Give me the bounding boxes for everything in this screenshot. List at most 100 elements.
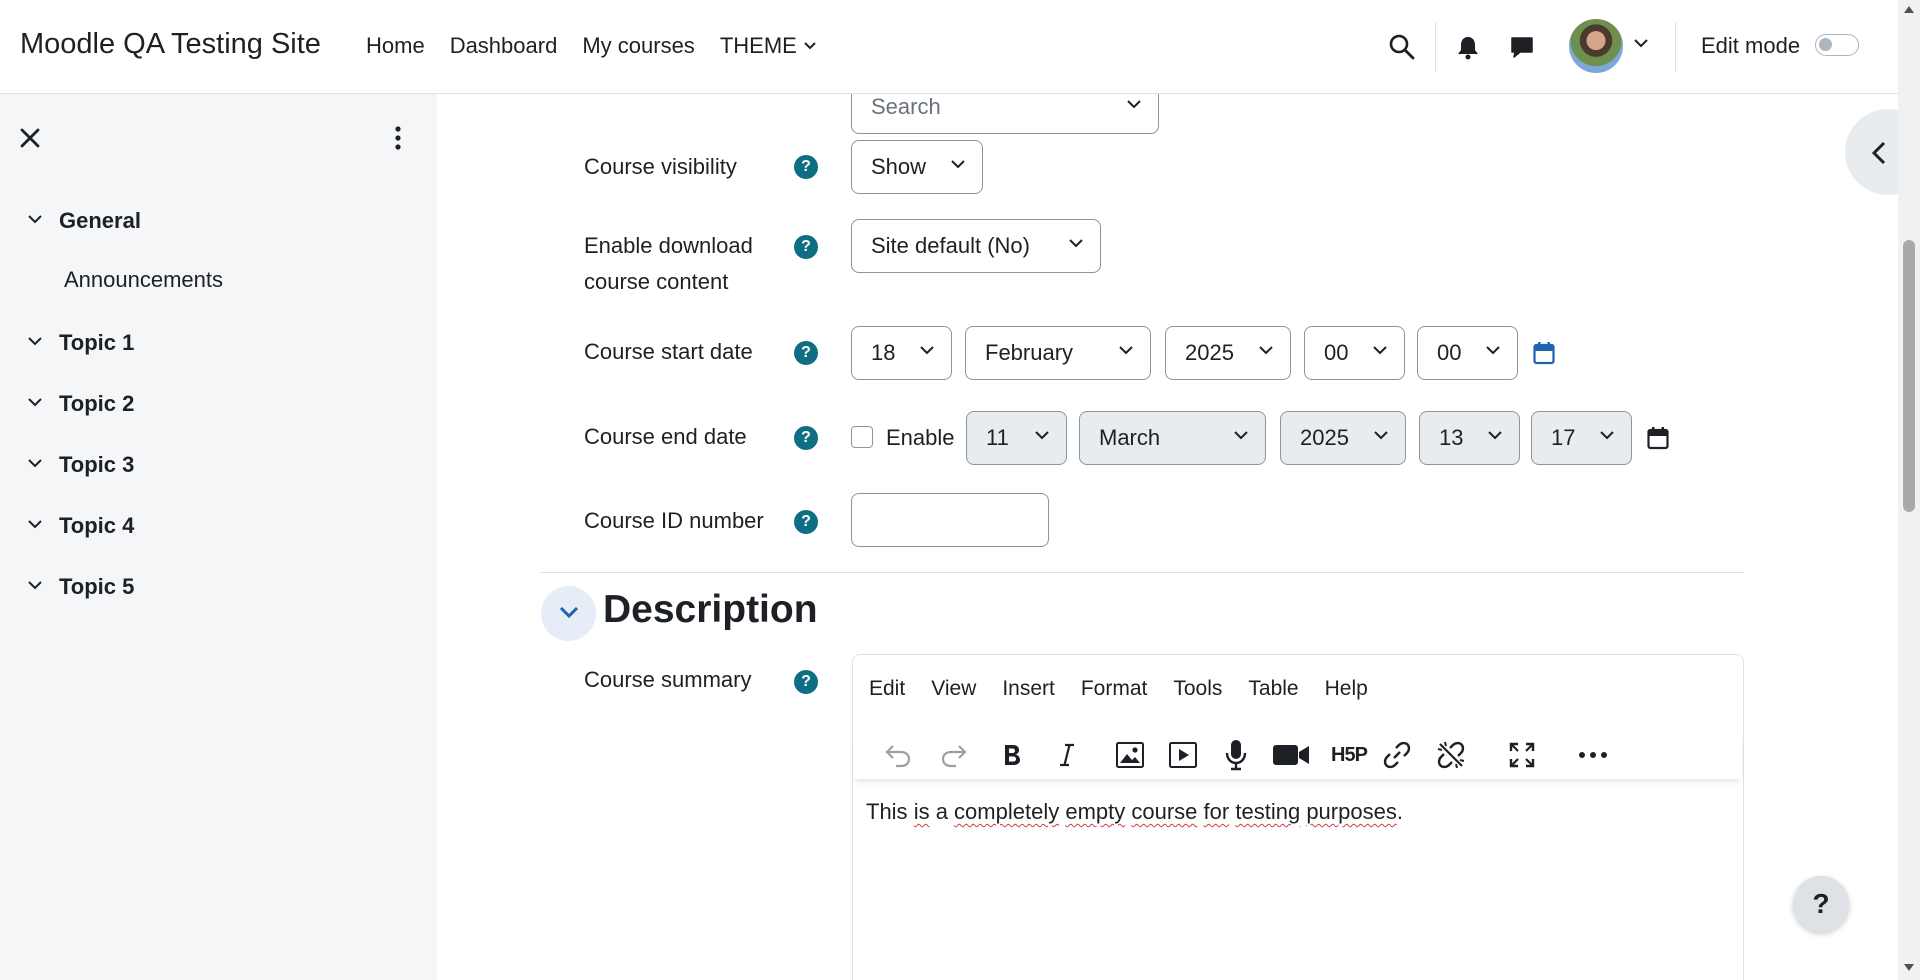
help-icon[interactable]: ? [794, 510, 818, 534]
chevron-down-icon[interactable] [27, 458, 43, 470]
help-icon[interactable]: ? [794, 426, 818, 450]
nav-theme-label: THEME [719, 33, 797, 58]
fullscreen-icon [1509, 742, 1535, 768]
more-options-button[interactable] [1573, 735, 1613, 775]
start-month-select[interactable]: February [965, 326, 1151, 380]
calendar-icon[interactable] [1647, 426, 1669, 450]
more-icon [1579, 752, 1607, 758]
end-day-select[interactable]: 11 [966, 411, 1067, 465]
insert-link-button[interactable] [1377, 735, 1417, 775]
chevron-down-icon [951, 160, 965, 169]
course-index-section-topic-2[interactable]: Topic 2 [0, 387, 437, 448]
select-value: 00 [1437, 340, 1462, 365]
section-title[interactable]: Topic 1 [59, 330, 134, 356]
kebab-menu-icon[interactable] [388, 124, 408, 152]
chevron-down-icon[interactable] [1633, 38, 1649, 50]
nav-my-courses[interactable]: My courses [582, 33, 694, 59]
menu-format[interactable]: Format [1081, 677, 1148, 701]
redo-button[interactable] [934, 735, 974, 775]
editor-content-area[interactable]: This is a completely empty course for te… [866, 799, 1403, 825]
section-title[interactable]: Topic 3 [59, 452, 134, 478]
course-index-section-topic-3[interactable]: Topic 3 [0, 448, 437, 509]
end-hour-select[interactable]: 13 [1419, 411, 1520, 465]
nav-home[interactable]: Home [366, 33, 425, 59]
menu-tools[interactable]: Tools [1173, 677, 1222, 701]
nav-dashboard[interactable]: Dashboard [450, 33, 558, 59]
start-day-select[interactable]: 18 [851, 326, 952, 380]
end-year-select[interactable]: 2025 [1280, 411, 1406, 465]
course-index-item-announcements[interactable]: Announcements [0, 265, 437, 326]
menu-edit[interactable]: Edit [869, 677, 905, 701]
fullscreen-button[interactable] [1502, 735, 1542, 775]
scrollbar-thumb[interactable] [1903, 240, 1915, 512]
end-month-select[interactable]: March [1079, 411, 1266, 465]
course-index-section-topic-5[interactable]: Topic 5 [0, 570, 437, 631]
chevron-down-icon[interactable] [27, 336, 43, 348]
start-minute-select[interactable]: 00 [1417, 326, 1518, 380]
user-avatar[interactable] [1569, 19, 1623, 73]
download-content-select[interactable]: Site default (No) [851, 219, 1101, 273]
unlink-button[interactable] [1431, 735, 1471, 775]
help-icon[interactable]: ? [794, 341, 818, 365]
undo-button[interactable] [878, 735, 918, 775]
help-float-button[interactable]: ? [1793, 876, 1849, 932]
record-video-button[interactable] [1271, 735, 1311, 775]
insert-image-button[interactable] [1110, 735, 1150, 775]
site-name[interactable]: Moodle QA Testing Site [20, 28, 321, 61]
menu-help[interactable]: Help [1325, 677, 1368, 701]
chevron-down-icon[interactable] [27, 519, 43, 531]
help-icon[interactable]: ? [794, 155, 818, 179]
course-id-number-input[interactable] [851, 493, 1049, 547]
activity-link[interactable]: Announcements [64, 267, 223, 293]
close-icon[interactable] [18, 126, 42, 150]
end-date-enable-checkbox[interactable] [851, 426, 873, 448]
start-hour-select[interactable]: 00 [1304, 326, 1405, 380]
insert-h5p-button[interactable]: H5P [1327, 735, 1371, 775]
insert-media-button[interactable] [1163, 735, 1203, 775]
chevron-down-icon[interactable] [27, 580, 43, 592]
chat-bubble-icon[interactable] [1509, 34, 1535, 60]
category-search-select[interactable]: Search [851, 94, 1159, 134]
course-index-section-topic-4[interactable]: Topic 4 [0, 509, 437, 570]
course-index-section-general[interactable]: General [0, 204, 437, 265]
select-value: Show [871, 154, 927, 179]
chevron-down-icon [1234, 431, 1248, 440]
scroll-up-arrow[interactable] [1904, 6, 1914, 13]
course-id-number-label: Course ID number [584, 508, 764, 533]
course-visibility-select[interactable]: Show [851, 140, 983, 194]
page-scrollbar[interactable] [1898, 0, 1920, 980]
menu-view[interactable]: View [931, 677, 976, 701]
end-minute-select[interactable]: 17 [1531, 411, 1632, 465]
chevron-down-icon[interactable] [27, 397, 43, 409]
course-index-section-topic-1[interactable]: Topic 1 [0, 326, 437, 387]
course-summary-label: Course summary [584, 667, 752, 692]
bold-button[interactable] [992, 735, 1032, 775]
toggle-knob [1819, 38, 1832, 51]
section-title[interactable]: Topic 4 [59, 513, 134, 539]
section-title[interactable]: General [59, 208, 141, 234]
scroll-down-arrow[interactable] [1904, 964, 1914, 971]
start-year-select[interactable]: 2025 [1165, 326, 1291, 380]
search-icon[interactable] [1388, 33, 1416, 61]
chevron-down-icon [1373, 346, 1387, 355]
italic-button[interactable] [1047, 735, 1087, 775]
calendar-icon[interactable] [1533, 341, 1555, 365]
end-date-enable-label[interactable]: Enable [886, 425, 955, 451]
chevron-down-icon[interactable] [27, 214, 43, 226]
record-audio-button[interactable] [1216, 735, 1256, 775]
help-icon[interactable]: ? [794, 235, 818, 259]
menu-table[interactable]: Table [1248, 677, 1298, 701]
section-title[interactable]: Topic 5 [59, 574, 134, 600]
section-title[interactable]: Topic 2 [59, 391, 134, 417]
menu-insert[interactable]: Insert [1002, 677, 1055, 701]
select-value: 18 [871, 340, 896, 365]
chevron-down-icon [1127, 100, 1141, 109]
nav-my-courses-label: My courses [582, 33, 695, 58]
nav-theme-dropdown[interactable]: THEME [720, 33, 817, 59]
edit-mode-toggle[interactable] [1815, 34, 1859, 56]
section-collapse-button[interactable] [541, 586, 596, 641]
select-value: Search [871, 94, 941, 119]
help-icon[interactable]: ? [794, 670, 818, 694]
bell-icon[interactable] [1455, 34, 1481, 60]
editor-menubar: Edit View Insert Format Tools Table Help [869, 677, 1394, 701]
